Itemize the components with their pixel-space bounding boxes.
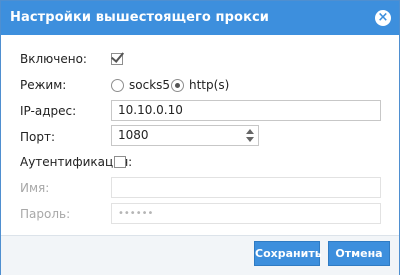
arrow-up-icon[interactable] — [246, 129, 254, 134]
ip-label: IP-адрес: — [20, 104, 77, 118]
enabled-checkbox[interactable] — [110, 49, 125, 65]
radio-selected-dot — [175, 83, 180, 88]
mode-radio-https-label[interactable]: http(s) — [189, 78, 229, 92]
spinner-icon[interactable] — [245, 128, 255, 143]
mode-radio-socks5-label[interactable]: socks5 — [129, 78, 170, 92]
check-icon — [110, 49, 125, 63]
password-label: Пароль: — [20, 207, 71, 221]
cancel-button[interactable]: Отмена — [328, 241, 390, 266]
dialog-body: Включено: Режим: socks5 http(s) IP-адрес… — [1, 35, 399, 235]
username-input[interactable] — [111, 177, 381, 198]
dialog-title: Настройки вышестоящего прокси — [10, 10, 270, 25]
port-stepper[interactable]: 1080 — [111, 125, 259, 146]
username-label: Имя: — [20, 181, 50, 195]
ip-input[interactable]: 10.10.0.10 — [111, 100, 381, 121]
port-value: 1080 — [118, 128, 149, 142]
enabled-label: Включено: — [20, 52, 87, 66]
arrow-down-icon[interactable] — [246, 137, 254, 142]
close-icon: × — [377, 10, 389, 25]
auth-checkbox[interactable] — [114, 156, 126, 168]
mode-radio-https[interactable] — [171, 79, 184, 92]
save-button[interactable]: Сохранить — [254, 241, 322, 266]
port-label: Порт: — [20, 130, 56, 144]
mode-radio-socks5[interactable] — [111, 79, 124, 92]
proxy-settings-dialog: Настройки вышестоящего прокси × Включено… — [0, 0, 400, 275]
dialog-titlebar[interactable]: Настройки вышестоящего прокси × — [1, 1, 399, 35]
close-button[interactable]: × — [375, 10, 391, 26]
mode-label: Режим: — [20, 78, 67, 92]
password-input[interactable]: •••••• — [111, 203, 381, 224]
